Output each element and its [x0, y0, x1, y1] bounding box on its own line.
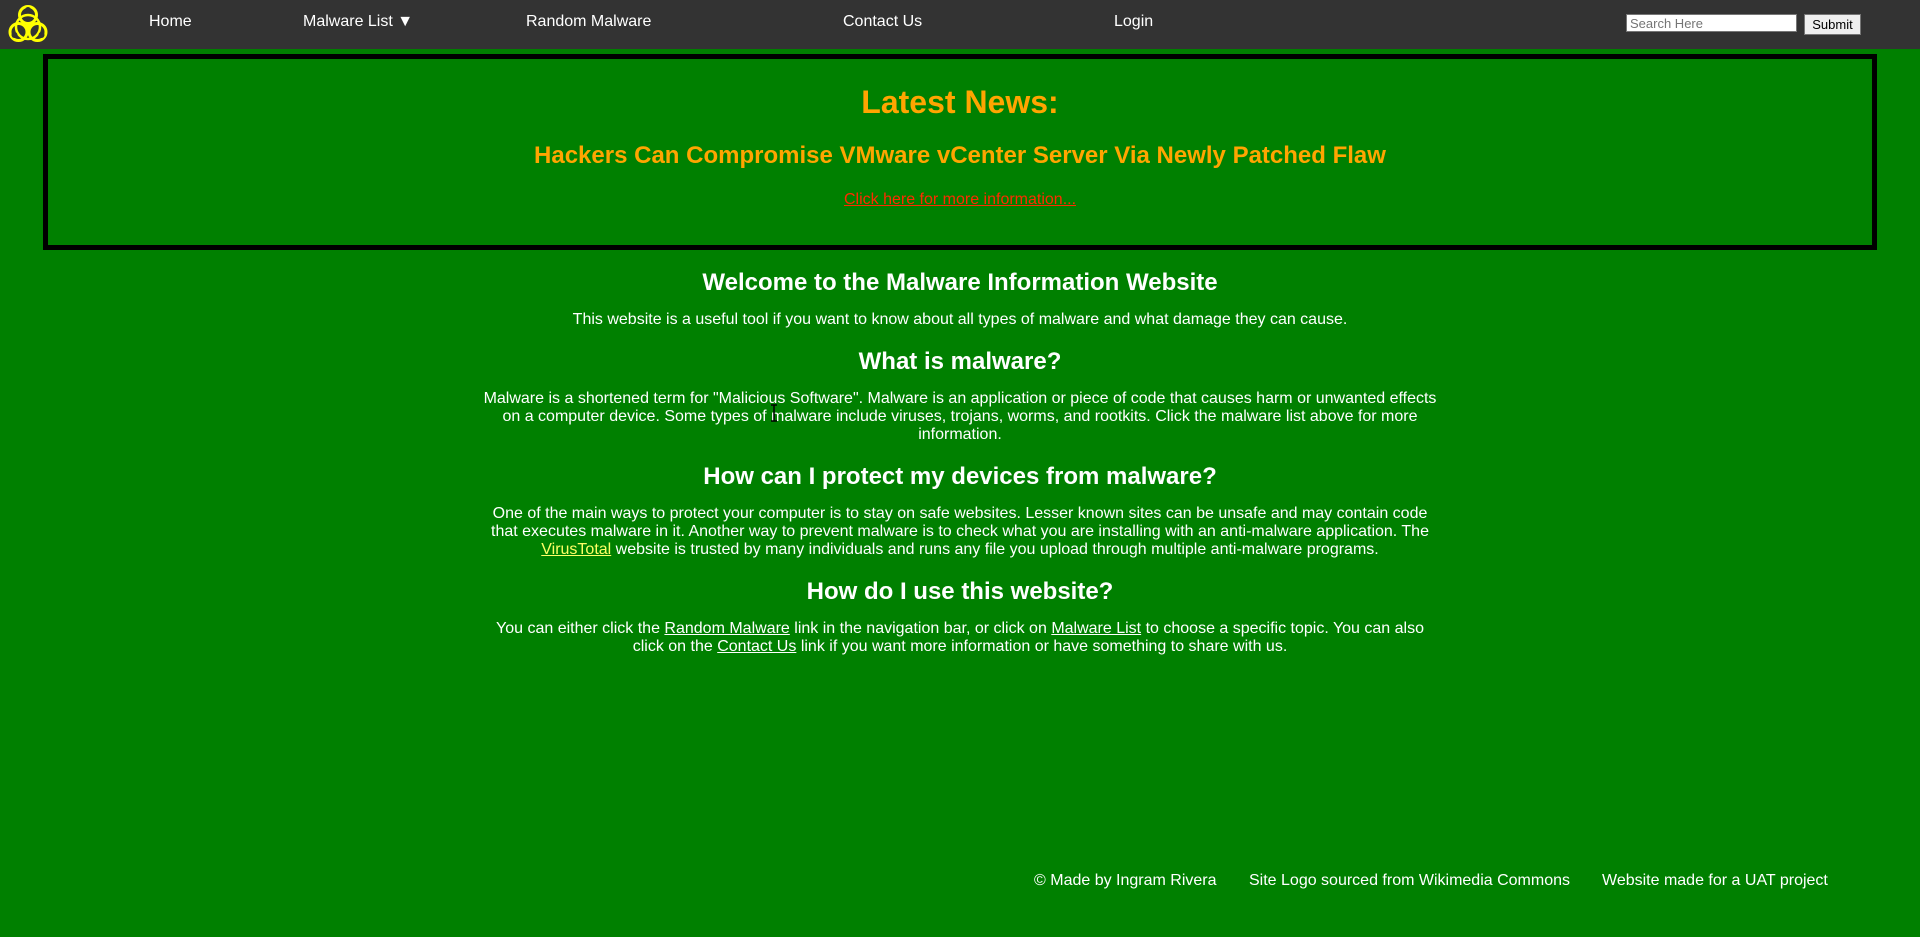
welcome-heading: Welcome to the Malware Information Websi…	[702, 269, 1218, 296]
protect-text-part-2: website is trusted by many individuals a…	[615, 541, 1379, 558]
main-content: Welcome to the Malware Information Websi…	[480, 268, 1440, 656]
news-more-info-link[interactable]: Click here for more information...	[48, 191, 1872, 209]
use-text-part-4: link if you want more information or hav…	[800, 638, 1288, 655]
contact-us-link[interactable]: Contact Us	[717, 638, 796, 655]
navbar: Home Malware List ▼ Random Malware Conta…	[0, 0, 1920, 49]
biohazard-icon[interactable]	[4, 1, 52, 49]
search-input[interactable]	[1626, 14, 1797, 32]
random-malware-link[interactable]: Random Malware	[664, 620, 789, 637]
welcome-text: This website is a useful tool if you wan…	[572, 311, 1348, 328]
virustotal-link[interactable]: VirusTotal	[541, 541, 611, 558]
footer-logo-source: Site Logo sourced from Wikimedia Commons	[1249, 872, 1571, 889]
malware-list-link[interactable]: Malware List	[1051, 620, 1141, 637]
what-heading: What is malware?	[858, 348, 1062, 375]
nav-home[interactable]: Home	[149, 13, 192, 31]
use-text-part-1: You can either click the	[496, 620, 660, 637]
footer-made-by: © Made by Ingram Rivera	[1034, 872, 1217, 889]
news-headline: Hackers Can Compromise VMware vCenter Se…	[534, 142, 1386, 169]
text-cursor-icon	[771, 404, 777, 422]
footer-project: Website made for a UAT project	[1602, 872, 1828, 889]
use-text: You can either click the Random Malware …	[480, 620, 1440, 656]
latest-news-panel: Latest News: Hackers Can Compromise VMwa…	[43, 54, 1877, 250]
submit-button[interactable]: Submit	[1804, 14, 1861, 35]
protect-text-part-1: One of the main ways to protect your com…	[491, 505, 1429, 540]
nav-login[interactable]: Login	[1114, 13, 1153, 31]
nav-random-malware[interactable]: Random Malware	[526, 13, 651, 31]
protect-heading: How can I protect my devices from malwar…	[703, 463, 1217, 490]
use-heading: How do I use this website?	[806, 578, 1114, 605]
protect-text: One of the main ways to protect your com…	[480, 505, 1440, 559]
news-title: Latest News:	[861, 84, 1059, 120]
nav-contact-us[interactable]: Contact Us	[843, 13, 922, 31]
use-text-part-2: link in the navigation bar, or click on	[794, 620, 1047, 637]
what-text: Malware is a shortened term for "Malicio…	[483, 390, 1437, 443]
nav-malware-list[interactable]: Malware List ▼	[303, 13, 413, 31]
